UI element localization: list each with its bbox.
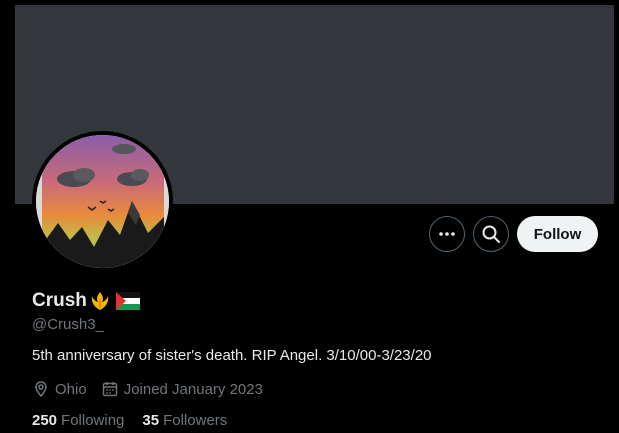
more-horizontal-icon [439,232,455,236]
follow-button[interactable]: Follow [517,216,598,252]
location-item: Ohio [32,380,87,398]
avatar[interactable] [36,135,169,268]
display-name: Crush [32,290,87,311]
following-link[interactable]: 250 Following [32,412,124,429]
location-text: Ohio [55,380,87,398]
profile-bio: 5th anniversary of sister's death. RIP A… [32,347,432,364]
search-profile-button[interactable] [473,216,509,252]
user-handle: @Crush3_ [32,316,104,333]
left-gutter [0,0,15,433]
followers-link[interactable]: 35 Followers [142,412,227,429]
search-icon [482,225,500,243]
rebel-alliance-emoji [89,290,111,312]
joined-item: Joined January 2023 [101,380,263,398]
display-name-row: Crush [32,289,140,313]
calendar-icon [102,382,117,397]
location-pin-icon [35,381,47,398]
follow-stats: 250 Following 35 Followers [32,410,245,430]
following-count: 250 [32,411,58,429]
more-options-button[interactable] [429,216,465,252]
joined-text: Joined January 2023 [123,380,263,398]
palestine-flag-emoji [115,292,140,310]
followers-count: 35 [142,411,160,429]
profile-meta: Ohio Joined January 2023 [32,379,277,399]
followers-label: Followers [163,411,228,429]
following-label: Following [61,411,125,429]
right-gutter [614,0,619,433]
avatar-artwork [36,135,169,268]
follow-button-label: Follow [533,225,582,243]
